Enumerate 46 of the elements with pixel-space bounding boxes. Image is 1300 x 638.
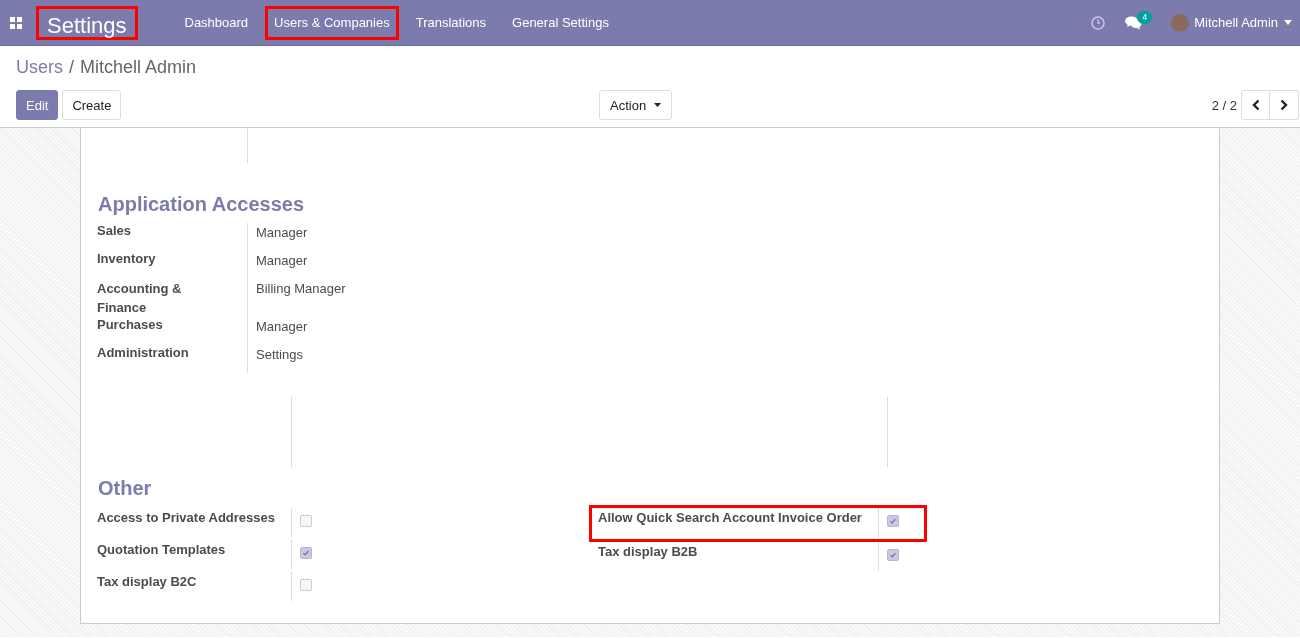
field-label: Purchases (97, 317, 164, 334)
field-value: Manager (247, 251, 1203, 279)
chevron-right-icon[interactable] (1280, 99, 1288, 111)
menu-item[interactable]: Users & Companies (265, 5, 399, 40)
section-title: Application Accesses (98, 193, 305, 215)
checkbox[interactable] (887, 515, 899, 527)
field-value: Billing Manager (247, 279, 1203, 317)
user-name[interactable]: Mitchell Admin (1194, 15, 1278, 30)
field-label: Accounting & Finance (97, 280, 183, 313)
checkbox[interactable] (300, 579, 312, 591)
checkbox[interactable] (887, 549, 899, 561)
field-label: Access to Private Addresses (97, 509, 276, 527)
checkbox[interactable] (300, 515, 312, 527)
checkmark-icon (301, 548, 311, 558)
message-count-badge: 4 (1137, 10, 1153, 24)
apps-menu-icon[interactable] (10, 16, 22, 29)
section-title: Other (98, 477, 153, 499)
next-button[interactable] (1270, 90, 1299, 120)
checkbox[interactable] (300, 547, 312, 559)
create-button[interactable]: Create (62, 90, 122, 120)
field-label: Tax display B2C (97, 573, 198, 591)
chevron-left-icon[interactable] (1251, 99, 1260, 111)
checkmark-icon (888, 516, 898, 526)
menu-item[interactable]: Dashboard (175, 5, 258, 40)
pager-counter: 2 / 2 (1211, 97, 1237, 113)
action-dropdown[interactable]: Action (599, 90, 673, 120)
breadcrumb-current: Mitchell Admin (80, 57, 197, 79)
breadcrumb-separator: / (69, 57, 75, 79)
menu-item[interactable]: General Settings (503, 5, 618, 40)
checkmark-icon (888, 550, 898, 560)
clock-icon[interactable] (1091, 15, 1106, 30)
caret-icon[interactable] (654, 103, 662, 107)
field-value: Settings (247, 345, 1203, 373)
field-label: Inventory (97, 251, 157, 268)
field-value: Manager (247, 317, 1203, 345)
field-value: Manager (247, 223, 1203, 251)
field-label: Allow Quick Search Account Invoice Order (598, 509, 863, 527)
app-title: Settings (36, 5, 138, 40)
breadcrumb-link[interactable]: Users (16, 57, 63, 79)
previous-button[interactable] (1241, 90, 1270, 120)
field-label: Sales (97, 223, 132, 240)
field-label: Administration (97, 345, 190, 362)
edit-button[interactable]: Edit (16, 90, 59, 120)
menu-item[interactable]: Translations (406, 5, 496, 40)
field-label: Quotation Templates (97, 541, 227, 559)
field-label: Tax display B2B (598, 543, 699, 561)
